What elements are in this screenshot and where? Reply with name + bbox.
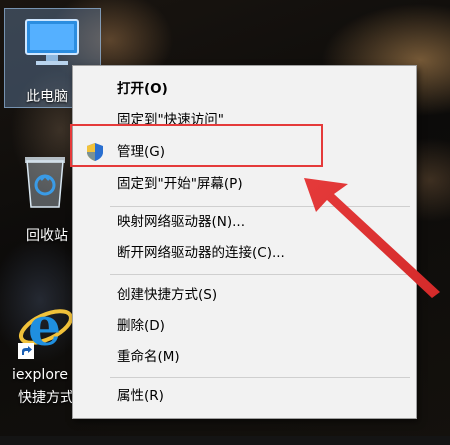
taskbar xyxy=(0,436,450,445)
annotation-arrow-icon xyxy=(304,178,440,298)
